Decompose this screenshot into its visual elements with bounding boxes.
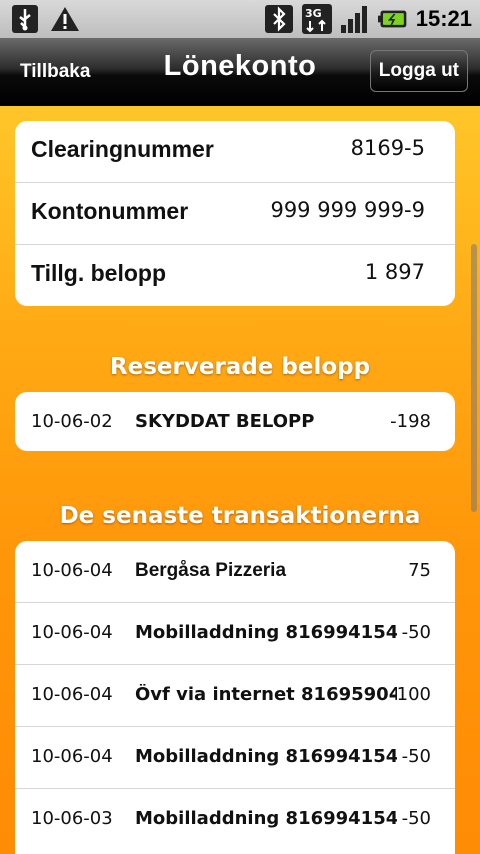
account-value: 1 897 <box>364 260 425 284</box>
account-label: Tillg. belopp <box>31 260 167 286</box>
transaction-row[interactable]: 10-06-03 Mobilladdning 81699415480 -50 <box>15 789 455 850</box>
battery-icon <box>377 4 408 34</box>
account-row-clearing: Clearingnummer 8169-5 <box>15 121 455 183</box>
clock: 15:21 <box>415 6 472 31</box>
transaction-row[interactable]: 10-06-04 Bergåsa Pizzeria 75 <box>15 541 455 603</box>
account-label: Clearingnummer <box>31 136 214 162</box>
transactions-card: 10-06-04 Bergåsa Pizzeria 75 10-06-04 Mo… <box>15 541 455 854</box>
scrollbar[interactable] <box>471 244 477 512</box>
tx-amount: 75 <box>408 560 431 581</box>
transaction-row[interactable]: 10-06-04 Mobilladdning 81699415491 -50 <box>15 603 455 665</box>
status-bar: 3G 15:21 <box>0 0 480 39</box>
tx-description: Mobilladdning 81699415480 <box>135 808 397 829</box>
account-value: 999 999 999-9 <box>270 198 425 222</box>
tx-amount: -198 <box>390 411 431 432</box>
tx-date: 10-06-04 <box>31 560 113 581</box>
account-row-balance: Tillg. belopp 1 897 <box>15 245 455 306</box>
bluetooth-icon <box>264 4 294 34</box>
account-row-number: Kontonummer 999 999 999-9 <box>15 183 455 245</box>
transaction-row[interactable]: 10-06-04 Övf via internet 81695904 -100 <box>15 665 455 727</box>
tx-date: 10-06-04 <box>31 684 113 705</box>
tx-description: Bergåsa Pizzeria <box>135 560 287 581</box>
tx-date: 10-06-04 <box>31 622 113 643</box>
tx-description: Mobilladdning 81699415491 <box>135 622 397 643</box>
tx-description: SKYDDAT BELOPP <box>135 411 315 432</box>
reserved-heading: Reserverade belopp <box>109 354 371 380</box>
3g-icon: 3G <box>301 4 332 34</box>
tx-description: Mobilladdning 81699415480 <box>135 746 397 767</box>
transaction-row[interactable]: 10-06-04 Mobilladdning 81699415480 -50 <box>15 727 455 789</box>
content-area[interactable]: Clearingnummer 8169-5 Kontonummer 999 99… <box>0 106 480 854</box>
tx-amount: -50 <box>401 746 431 767</box>
transactions-heading: De senaste transaktionerna <box>59 503 421 529</box>
reserved-row[interactable]: 10-06-02 SKYDDAT BELOPP -198 <box>15 392 455 451</box>
tx-date: 10-06-02 <box>31 411 113 432</box>
tx-date: 10-06-04 <box>31 746 113 767</box>
account-value: 8169-5 <box>350 136 425 160</box>
signal-icon <box>340 4 370 34</box>
logout-button[interactable]: Logga ut <box>369 50 468 92</box>
tx-description: Övf via internet 81695904 <box>135 684 397 705</box>
account-card: Clearingnummer 8169-5 Kontonummer 999 99… <box>15 121 455 306</box>
reserved-card: 10-06-02 SKYDDAT BELOPP -198 <box>15 392 455 451</box>
tx-amount: -50 <box>401 622 431 643</box>
tx-amount: -100 <box>390 684 431 705</box>
usb-icon <box>10 4 40 34</box>
account-label: Kontonummer <box>31 198 189 224</box>
tx-amount: -50 <box>401 808 431 829</box>
tx-date: 10-06-03 <box>31 808 113 829</box>
svg-text:3G: 3G <box>305 7 322 20</box>
warning-icon <box>50 4 80 34</box>
title-bar: Tillbaka Lönekonto Logga ut <box>0 38 480 106</box>
